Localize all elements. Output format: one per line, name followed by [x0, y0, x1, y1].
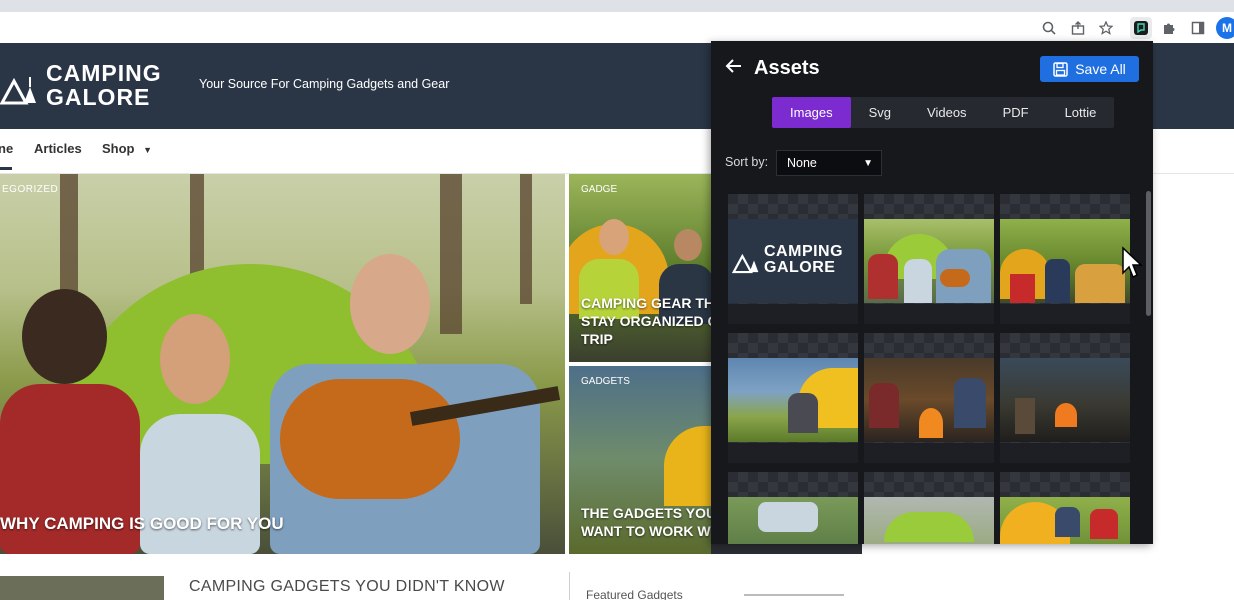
hero-category[interactable]: EGORIZED: [2, 184, 58, 195]
tab-videos[interactable]: Videos: [909, 97, 985, 128]
asset-caption-bar: [864, 443, 994, 463]
nav-item-home[interactable]: ne: [0, 141, 13, 156]
asset-caption-bar: [728, 304, 858, 324]
save-all-button[interactable]: Save All: [1040, 56, 1139, 82]
nav-shop-label: Shop: [102, 141, 135, 156]
article-card-1-title-line: STAY ORGANIZED C: [581, 313, 711, 329]
asset-item[interactable]: [1000, 333, 1130, 463]
floppy-disk-icon: [1053, 61, 1068, 77]
tab-svg[interactable]: Svg: [851, 97, 909, 128]
asset-thumbnail-logo: CAMPING GALORE: [728, 219, 858, 303]
hero-title[interactable]: WHY CAMPING IS GOOD FOR YOU: [0, 514, 284, 534]
bookmark-star-icon[interactable]: [1095, 17, 1117, 39]
asset-caption-bar: [1000, 304, 1130, 324]
article-card-2-category[interactable]: GADGETS: [581, 376, 630, 387]
sort-value: None: [787, 156, 817, 170]
site-tagline: Your Source For Camping Gadgets and Gear: [199, 77, 450, 91]
logo-tent-icon: [0, 77, 36, 105]
asset-item[interactable]: [1000, 194, 1130, 324]
browser-tabstrip: [0, 0, 1234, 12]
asset-thumbnail-photo: [864, 358, 994, 442]
nav-active-indicator: [0, 167, 12, 170]
asset-logo-line-2: GALORE: [764, 259, 836, 276]
nav-item-articles[interactable]: Articles: [34, 141, 82, 156]
article-card-2-title[interactable]: THE GADGETS YOU WANT TO WORK W: [581, 504, 711, 540]
puzzle-icon[interactable]: [1158, 17, 1180, 39]
tab-pdf[interactable]: PDF: [985, 97, 1047, 128]
asset-thumbnail-photo: [728, 358, 858, 442]
asset-thumbnail-photo: [1000, 497, 1130, 544]
asset-item[interactable]: CAMPING GALORE: [728, 194, 858, 324]
asset-type-tabs: Images Svg Videos PDF Lottie: [772, 97, 1115, 128]
mouse-cursor-icon: [1122, 246, 1143, 279]
chevron-down-icon: ▼: [143, 145, 153, 155]
hero-article[interactable]: EGORIZED WHY CAMPING IS GOOD FOR YOU: [0, 174, 565, 554]
asset-thumbnail-photo: [1000, 358, 1130, 442]
featured-gadgets-heading: Featured Gadgets: [586, 588, 683, 600]
profile-avatar[interactable]: M: [1216, 17, 1234, 39]
asset-thumbnail-photo: [864, 497, 994, 544]
asset-item[interactable]: [1000, 472, 1130, 544]
logo-line-2: GALORE: [46, 84, 151, 110]
hero-image: [0, 174, 565, 554]
chevron-down-icon: ▼: [863, 157, 873, 169]
panel-shadow-strip: [711, 544, 862, 554]
share-icon[interactable]: [1067, 17, 1089, 39]
asset-item[interactable]: [728, 333, 858, 463]
asset-thumbnail-photo: [1000, 219, 1130, 303]
extension-active-icon[interactable]: [1130, 17, 1152, 39]
asset-item[interactable]: [864, 194, 994, 324]
tab-images[interactable]: Images: [772, 97, 851, 128]
featured-heading-line: [744, 594, 844, 596]
article-card-1-category[interactable]: GADGE: [581, 184, 617, 195]
logo-line-1: CAMPING: [46, 60, 162, 86]
article-title[interactable]: CAMPING GADGETS YOU DIDN'T KNOW: [189, 578, 505, 596]
asset-logo-line-1: CAMPING: [764, 243, 844, 260]
asset-item[interactable]: [864, 472, 994, 544]
asset-item[interactable]: [728, 472, 858, 544]
zoom-icon[interactable]: [1038, 17, 1060, 39]
browser-toolbar: M: [0, 12, 1234, 43]
assets-panel: Assets Save All Images Svg Videos PDF Lo…: [711, 41, 1153, 544]
side-panel-icon[interactable]: [1187, 17, 1209, 39]
asset-thumbnail-photo: [864, 219, 994, 303]
sort-select[interactable]: None ▼: [776, 150, 882, 176]
asset-caption-bar: [728, 443, 858, 463]
article-thumbnail[interactable]: [0, 576, 164, 600]
article-card-1-title-line: TRIP: [581, 331, 613, 347]
article-card-2-title-line: WANT TO WORK W: [581, 523, 711, 539]
panel-scrollbar[interactable]: [1146, 191, 1151, 316]
article-card-2-title-line: THE GADGETS YOU: [581, 505, 711, 521]
column-divider: [569, 572, 570, 600]
asset-thumbnail-photo: [728, 497, 858, 544]
sort-label: Sort by:: [725, 155, 769, 169]
article-card-2[interactable]: GADGETS THE GADGETS YOU WANT TO WORK W: [569, 366, 711, 554]
nav-item-shop[interactable]: Shop ▼: [102, 141, 152, 156]
article-card-1-title-line: CAMPING GEAR TH: [581, 295, 711, 311]
save-all-label: Save All: [1075, 61, 1126, 77]
tab-lottie[interactable]: Lottie: [1047, 97, 1115, 128]
logo-tent-icon: [732, 253, 759, 274]
article-card-1-title[interactable]: CAMPING GEAR TH STAY ORGANIZED C TRIP: [581, 294, 711, 348]
asset-caption-bar: [864, 304, 994, 324]
back-arrow-icon[interactable]: [725, 57, 743, 80]
asset-item[interactable]: [864, 333, 994, 463]
article-card-1[interactable]: GADGE CAMPING GEAR TH STAY ORGANIZED C T…: [569, 174, 711, 362]
site-logo[interactable]: CAMPING GALORE: [0, 61, 162, 109]
asset-caption-bar: [1000, 443, 1130, 463]
panel-title: Assets: [754, 57, 820, 79]
